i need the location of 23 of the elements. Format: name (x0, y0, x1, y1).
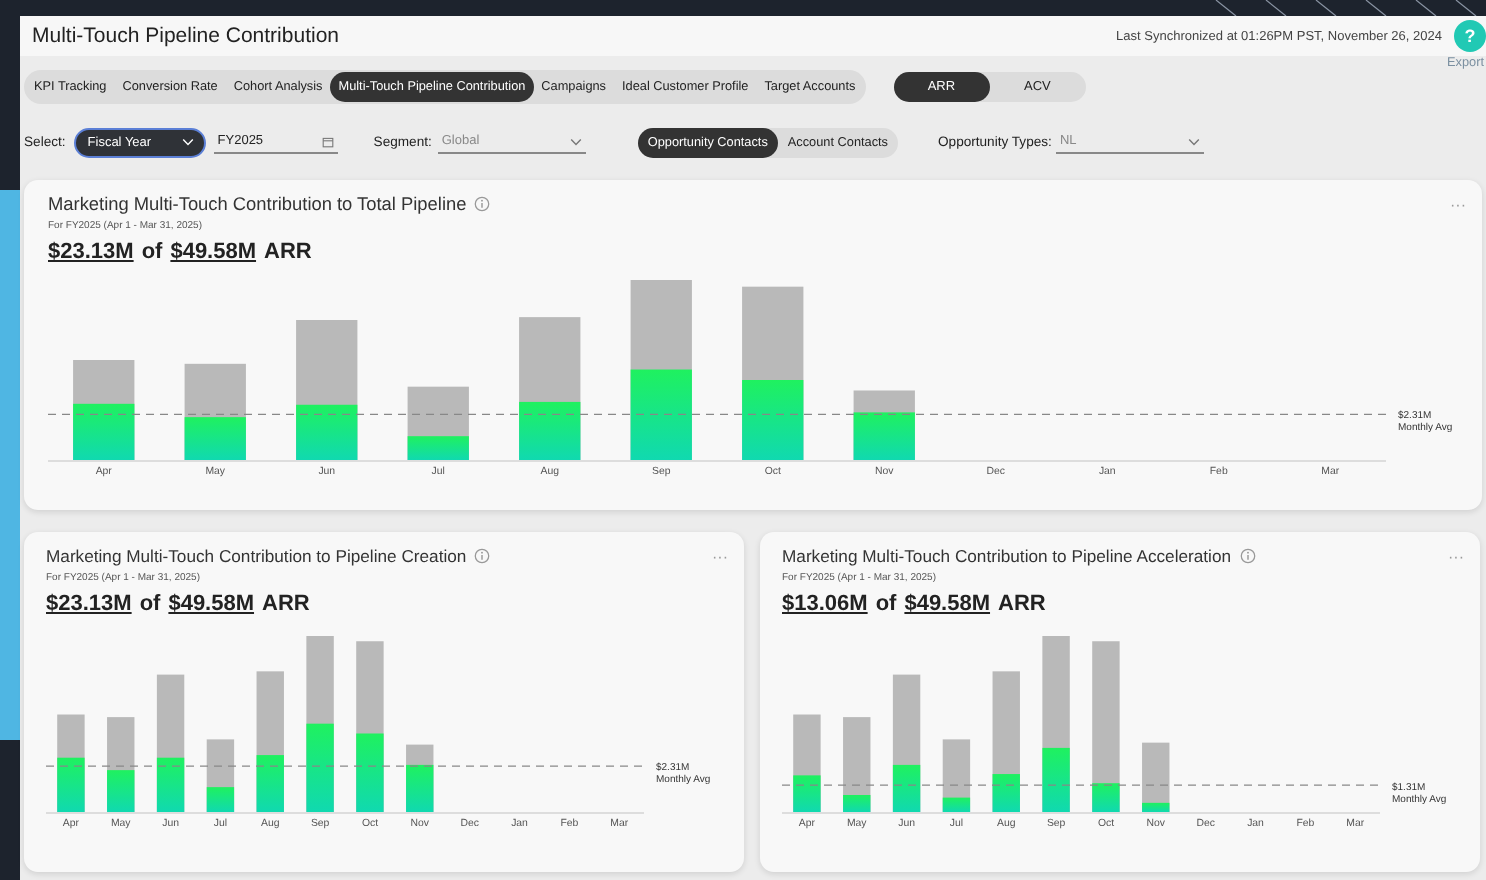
info-icon (474, 548, 491, 564)
card-title: Marketing Multi-Touch Contribution to Total Pipeline (48, 194, 467, 214)
amount-link[interactable]: $23.13M (46, 592, 132, 616)
card-title: Marketing Multi-Touch Contribution to Pipeline Acceleration (782, 546, 1232, 566)
amount-link[interactable]: $13.06M (782, 592, 868, 616)
summary-text: of (141, 240, 163, 264)
summary-text: of (139, 592, 161, 616)
total-link[interactable]: $49.58M (904, 592, 991, 616)
chevron-icon (569, 137, 582, 145)
card-title: Marketing Multi-Touch Contribution to Pipeline Creation (46, 546, 467, 566)
unit-text: ARR (264, 240, 312, 264)
info-icon (1239, 548, 1256, 564)
info-icon (474, 196, 491, 212)
page-title: Multi-Touch Pipeline Contribution (32, 24, 339, 48)
total-link[interactable]: $49.58M (170, 240, 257, 264)
summary-text: of (875, 592, 897, 616)
chevron-icon (181, 138, 194, 146)
total-link[interactable]: $49.58M (168, 592, 255, 616)
calendar-icon (321, 135, 334, 147)
unit-text: ARR (262, 592, 310, 616)
chevron-icon (1187, 137, 1200, 145)
amount-link[interactable]: $23.13M (48, 240, 134, 264)
unit-text: ARR (998, 592, 1046, 616)
